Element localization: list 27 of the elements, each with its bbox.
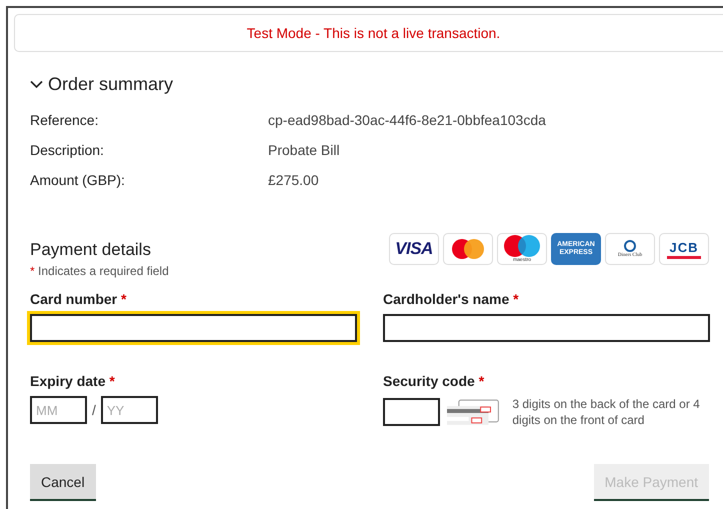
banner-text: Test Mode - This is not a live transaction. xyxy=(246,25,500,41)
date-separator: / xyxy=(92,402,96,418)
summary-label: Reference: xyxy=(30,112,100,128)
field-label: Security code * xyxy=(383,373,486,390)
summary-value: cp-ead98bad-30ac-44f6-8e21-0bbfea103cda xyxy=(268,112,546,128)
summary-value: £275.00 xyxy=(268,172,319,188)
security-code-field[interactable] xyxy=(383,398,440,426)
card-logo xyxy=(443,233,493,265)
field-label: Cardholder's name * xyxy=(383,291,520,308)
field-label: Card number * xyxy=(30,291,128,308)
section-title: Payment details xyxy=(30,240,152,260)
card-logo: JCB xyxy=(659,233,709,265)
required-note: * Indicates a required field xyxy=(30,264,169,278)
summary-label: Amount (GBP): xyxy=(30,172,126,188)
cancel-button[interactable]: Cancel xyxy=(30,464,96,501)
month-field[interactable]: MM xyxy=(30,396,87,424)
summary-value: Probate Bill xyxy=(268,142,340,158)
summary-label: Description: xyxy=(30,142,105,158)
input-field[interactable] xyxy=(30,314,357,342)
card-icon xyxy=(447,398,500,426)
section-title[interactable]: Order summary xyxy=(48,74,174,94)
year-field[interactable]: YY xyxy=(100,396,158,424)
card-logo: VISA xyxy=(389,233,439,265)
input-field[interactable] xyxy=(383,314,710,342)
chevron-icon[interactable] xyxy=(30,80,43,88)
field-label: Expiry date * xyxy=(30,373,116,390)
security-code-hint: 3 digits on the back of the card or 4 digits on the front of card xyxy=(512,396,701,428)
